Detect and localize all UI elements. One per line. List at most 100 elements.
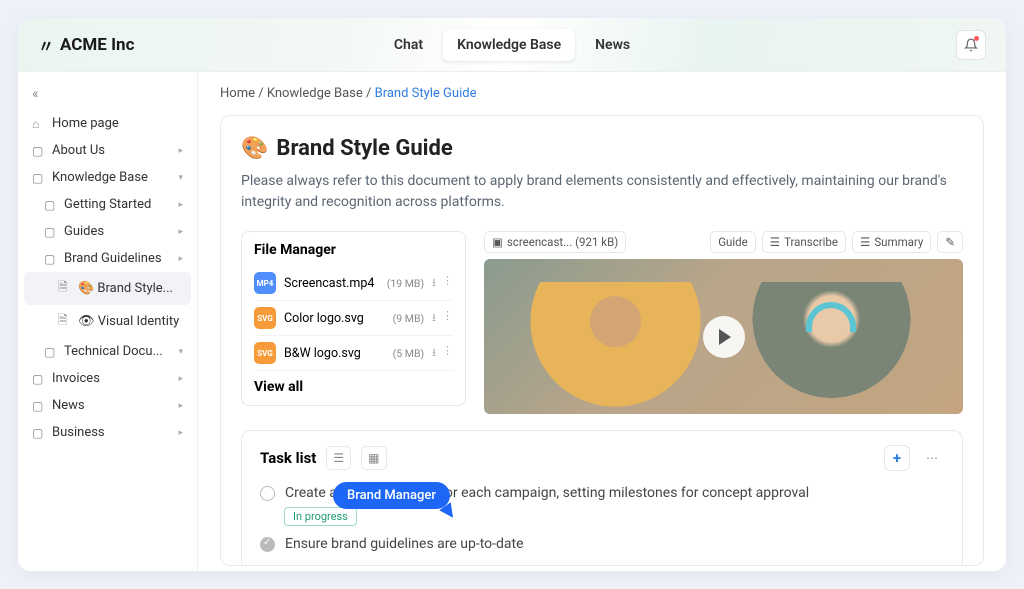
file-name: B&W logo.svg [284,346,385,361]
page-title-text: Brand Style Guide [276,136,452,161]
document-icon: 🗎 [58,278,72,299]
sidebar-label: Getting Started [64,197,151,212]
task-item[interactable]: Ensure brand guidelines are up-to-date [260,532,944,556]
chevron-down-icon: ▾ [178,347,183,357]
sidebar-label: Business [52,425,105,440]
home-icon: ⌂ [32,117,46,131]
logo-icon: 〃 [38,33,54,57]
guide-button[interactable]: Guide [710,231,756,253]
brand-logo: 〃 ACME Inc [38,33,134,57]
svg-icon: SVG [254,342,276,364]
sidebar-item-home[interactable]: ⌂ Home page [24,110,191,137]
transcribe-icon: ☰ [770,235,780,249]
task-more-icon[interactable]: ⋯ [920,447,944,469]
file-size: (5 MB) [393,347,424,360]
video-thumbnail[interactable] [484,259,963,414]
sidebar-item-news[interactable]: ▢News▸ [24,392,191,419]
download-icon[interactable]: ⭳ [432,344,436,363]
mp4-icon: MP4 [254,272,276,294]
file-name: Color logo.svg [284,311,385,326]
file-row[interactable]: MP4 Screencast.mp4 (19 MB) ⭳⋮ [254,266,453,301]
chevron-right-icon: ▸ [178,401,183,411]
more-icon[interactable]: ⋮ [442,344,453,363]
svg-icon: SVG [254,307,276,329]
summary-label: Summary [874,235,923,249]
pencil-icon: ✎ [945,235,955,249]
download-icon[interactable]: ⭳ [432,274,436,293]
list-view-icon[interactable]: ☰ [326,446,351,470]
file-size: (19 MB) [387,277,424,290]
video-file-label: screencast... (921 kB) [507,235,618,249]
person-illustration [724,282,940,414]
summary-icon: ☰ [860,235,870,249]
folder-icon: ▢ [44,225,58,239]
app-header: 〃 ACME Inc Chat Knowledge Base News [18,18,1006,72]
chevron-right-icon: ▸ [178,200,183,210]
sidebar-item-about[interactable]: ▢About Us▸ [24,137,191,164]
folder-icon: ▢ [32,426,46,440]
file-row[interactable]: SVG B&W logo.svg (5 MB) ⭳ ⋮ [254,336,453,371]
sidebar-label: Brand Guidelines [64,251,162,266]
task-status-badge: In progress [284,507,357,526]
more-icon[interactable]: ⋮ [442,309,453,328]
chevron-right-icon: ▸ [178,254,183,264]
chevron-right-icon: ▸ [178,428,183,438]
sidebar-item-invoices[interactable]: ▢Invoices▸ [24,365,191,392]
collapse-sidebar-button[interactable]: « [24,82,191,110]
sidebar-label: Guides [64,224,104,239]
task-label: Ensure brand guidelines are up-to-date [285,536,524,552]
sidebar: « ⌂ Home page ▢About Us▸ ▢ Knowledge Base ▾… [18,72,198,571]
sidebar-label: Home page [52,116,119,131]
folder-icon: ▢ [44,252,58,266]
folder-icon: ▢ [44,345,58,359]
download-icon[interactable]: ⭳ [432,309,436,328]
task-checkbox-done[interactable] [260,537,275,552]
file-row[interactable]: SVG Color logo.svg (9 MB) ⭳ ⋮ [254,301,453,336]
sidebar-item-visual-identity[interactable]: 🗎👁 Visual Identity [24,305,191,338]
sidebar-item-technical[interactable]: ▢ Technical Docu... ▾ [24,338,191,365]
transcribe-button[interactable]: ☰ Transcribe [762,231,846,253]
calendar-view-icon[interactable]: ▦ [361,446,386,470]
breadcrumb: Home / Knowledge Base / Brand Style Guid… [220,86,984,101]
nav-knowledge-base[interactable]: Knowledge Base [443,29,575,61]
file-size: (9 MB) [393,312,424,325]
crumb-kb[interactable]: Knowledge Base [267,86,363,101]
main-content: Home / Knowledge Base / Brand Style Guid… [198,72,1006,571]
folder-icon: ▢ [32,399,46,413]
page-title: 🎨 Brand Style Guide [241,136,963,161]
sidebar-item-brand-guidelines[interactable]: ▢ Brand Guidelines ▸ [24,245,191,272]
sidebar-label: 👁 Visual Identity [78,314,179,329]
task-list-title: Task list [260,449,316,467]
sidebar-item-guides[interactable]: ▢ Guides ▸ [24,218,191,245]
folder-icon: ▢ [32,171,46,185]
notifications-button[interactable] [956,30,986,60]
nav-chat[interactable]: Chat [380,29,437,61]
chevron-right-icon: ▸ [178,227,183,237]
more-icon[interactable]: ⋮ [442,274,453,293]
folder-icon: ▢ [32,372,46,386]
sidebar-item-kb[interactable]: ▢Knowledge Base▾ [24,164,191,191]
edit-button[interactable]: ✎ [937,231,963,253]
video-panel: ▣screencast... (921 kB) Guide ☰ Transcrib… [484,231,963,414]
folder-icon: ▢ [32,144,46,158]
page-emoji: 🎨 [241,136,268,161]
transcribe-label: Transcribe [784,235,838,249]
person-illustration [508,282,724,414]
video-file-chip[interactable]: ▣screencast... (921 kB) [484,231,626,253]
sidebar-label: Technical Docu... [64,344,163,359]
sidebar-label: Knowledge Base [52,170,148,185]
view-all-link[interactable]: View all [254,379,453,395]
sidebar-item-getting-started[interactable]: ▢Getting Started▸ [24,191,191,218]
sidebar-item-business[interactable]: ▢ Business ▸ [24,419,191,446]
task-checkbox[interactable] [260,486,275,501]
chevron-right-icon: ▸ [178,146,183,156]
add-task-button[interactable]: + [884,445,910,471]
role-tooltip: Brand Manager [333,482,450,509]
file-manager: File Manager MP4 Screencast.mp4 (19 MB) … [241,231,466,406]
top-nav: Chat Knowledge Base News [380,29,644,61]
bell-icon [964,38,978,52]
summary-button[interactable]: ☰ Summary [852,231,931,253]
nav-news[interactable]: News [581,29,644,61]
sidebar-item-brand-style[interactable]: 🗎🎨 Brand Style... [24,272,191,305]
crumb-home[interactable]: Home [220,86,255,101]
